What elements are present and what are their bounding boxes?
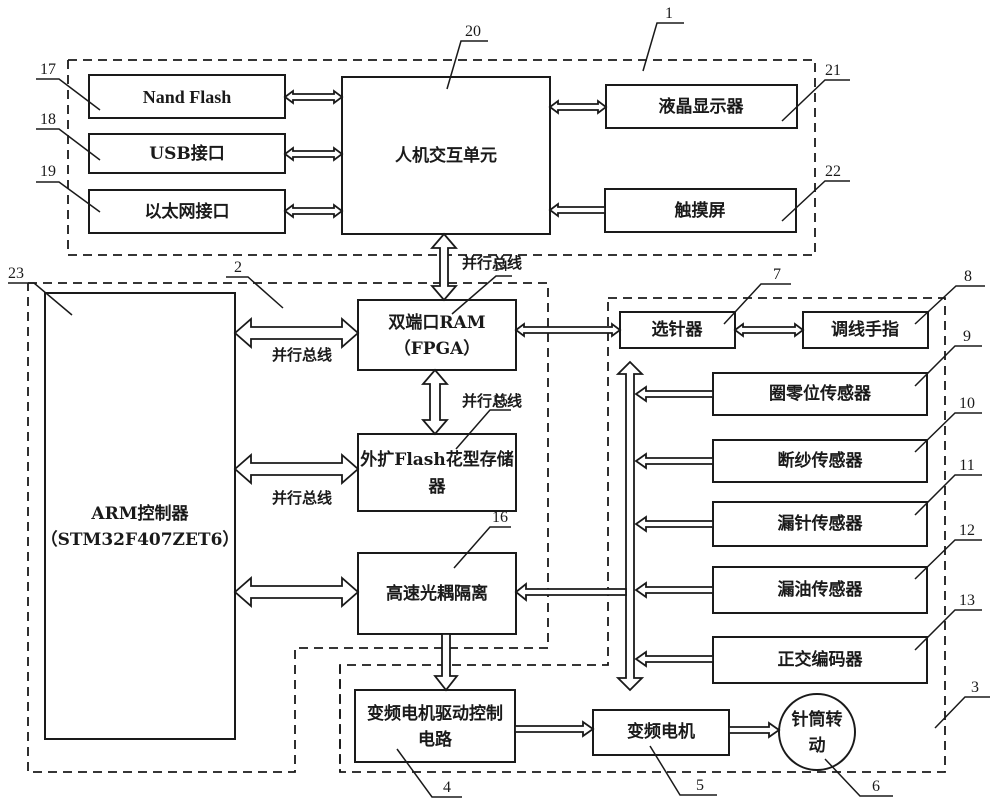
ref-22: 22 bbox=[825, 163, 841, 180]
needle-selector-label: 选针器 bbox=[652, 319, 704, 340]
arrow-ram-needle-selector bbox=[514, 322, 622, 338]
dual-port-ram-block bbox=[357, 299, 517, 371]
ref-15: 15 bbox=[492, 392, 508, 409]
arrow-arm-dual-port-ram bbox=[233, 317, 360, 349]
flash-pattern-storage-block bbox=[357, 433, 517, 512]
ref-16: 16 bbox=[492, 509, 508, 526]
ref-10: 10 bbox=[959, 395, 975, 412]
vfd-drive-circuit-label: 变频电机驱动控制 bbox=[367, 703, 503, 724]
arrow-usb-hmi bbox=[283, 146, 344, 162]
ref-3: 3 bbox=[971, 679, 979, 696]
oil-leak-sensor-label: 漏油传感器 bbox=[778, 579, 864, 600]
needle-cylinder-rotation-label: 针筒转 bbox=[792, 709, 843, 730]
flash-pattern-storage-label-2: 器 bbox=[428, 477, 447, 497]
yarn-finger-label: 调线手指 bbox=[831, 319, 899, 340]
vfd-drive-circuit-label-2: 电路 bbox=[418, 729, 453, 750]
usb-interface-label: USB接口 bbox=[149, 143, 224, 164]
arrow-selector-yarn-finger bbox=[733, 322, 805, 338]
needle-cylinder-rotation-label-2: 动 bbox=[809, 736, 826, 756]
arrow-hmi-dual-port-ram bbox=[430, 232, 458, 302]
hmi-unit-label: 人机交互单元 bbox=[395, 145, 497, 166]
arrow-vfd-motor bbox=[514, 720, 595, 738]
lcd-display-label: 液晶显示器 bbox=[659, 96, 745, 117]
dual-port-ram-fpga: （FPGA） bbox=[394, 338, 481, 359]
arrow-arm-flash bbox=[233, 453, 360, 485]
ref-19: 19 bbox=[40, 163, 56, 180]
zero-position-sensor-label: 圈零位传感器 bbox=[769, 383, 872, 404]
ref-2: 2 bbox=[234, 259, 242, 276]
ref-20: 20 bbox=[465, 23, 481, 40]
arrow-ethernet-hmi bbox=[283, 203, 344, 219]
ref-18: 18 bbox=[40, 111, 56, 128]
ref-13: 13 bbox=[959, 592, 975, 609]
arrow-ram-flash bbox=[421, 368, 449, 436]
ref-5: 5 bbox=[696, 777, 704, 794]
bus-label-arm-flash: 并行总线 bbox=[272, 489, 332, 507]
ref-9: 9 bbox=[963, 328, 971, 345]
bus-label-arm-ram: 并行总线 bbox=[272, 346, 332, 364]
touchscreen-label: 触摸屏 bbox=[674, 200, 726, 221]
arrow-needle-miss-sensor-bus bbox=[634, 515, 714, 533]
ethernet-interface-label: 以太网接口 bbox=[145, 201, 230, 222]
ref-17: 17 bbox=[40, 61, 56, 78]
yarn-break-sensor-label: 断纱传感器 bbox=[778, 450, 864, 471]
arrow-touchscreen-hmi bbox=[548, 202, 606, 218]
ref-11: 11 bbox=[959, 457, 974, 474]
needle-cylinder-rotation-circle bbox=[778, 693, 856, 771]
ref-7: 7 bbox=[773, 266, 781, 283]
block-diagram: Nand Flash USB接口 以太网接口 人机交互单元 液晶显示器 触摸屏 … bbox=[8, 5, 990, 798]
arrow-bus-optocoupler bbox=[514, 582, 627, 602]
ref-1: 1 bbox=[665, 5, 673, 22]
arrow-optocoupler-vfd bbox=[433, 633, 459, 692]
dual-port-ram-label: 双端口RAM bbox=[388, 312, 485, 333]
vf-motor-label: 变频电机 bbox=[627, 721, 695, 742]
arrow-zero-sensor-bus bbox=[634, 385, 714, 403]
nand-flash-label: Nand Flash bbox=[143, 87, 232, 107]
ref-4: 4 bbox=[443, 779, 451, 796]
arm-controller-label: ARM控制器 bbox=[90, 503, 189, 524]
vfd-drive-circuit-block bbox=[354, 689, 516, 763]
arrow-hmi-lcd bbox=[548, 99, 608, 115]
ref-21: 21 bbox=[825, 62, 841, 79]
arrow-encoder-bus bbox=[634, 650, 714, 668]
arm-controller-model: （STM32F407ZET6） bbox=[41, 529, 240, 550]
ref-12: 12 bbox=[959, 522, 975, 539]
optocoupler-isolation-label: 高速光耦隔离 bbox=[386, 583, 488, 604]
ref-23: 23 bbox=[8, 265, 24, 282]
arrow-oil-leak-sensor-bus bbox=[634, 581, 714, 599]
arrow-nand-flash-hmi bbox=[283, 89, 344, 105]
arrow-motor-cylinder bbox=[728, 721, 781, 739]
ref-8: 8 bbox=[964, 268, 972, 285]
arrow-arm-optocoupler bbox=[233, 576, 360, 608]
ref-14: 14 bbox=[492, 258, 508, 275]
ref-6: 6 bbox=[872, 778, 880, 795]
flash-pattern-storage-label: 外扩Flash花型存储 bbox=[360, 449, 513, 470]
arrow-yarn-break-sensor-bus bbox=[634, 452, 714, 470]
quadrature-encoder-label: 正交编码器 bbox=[778, 649, 864, 670]
needle-miss-sensor-label: 漏针传感器 bbox=[778, 513, 864, 534]
